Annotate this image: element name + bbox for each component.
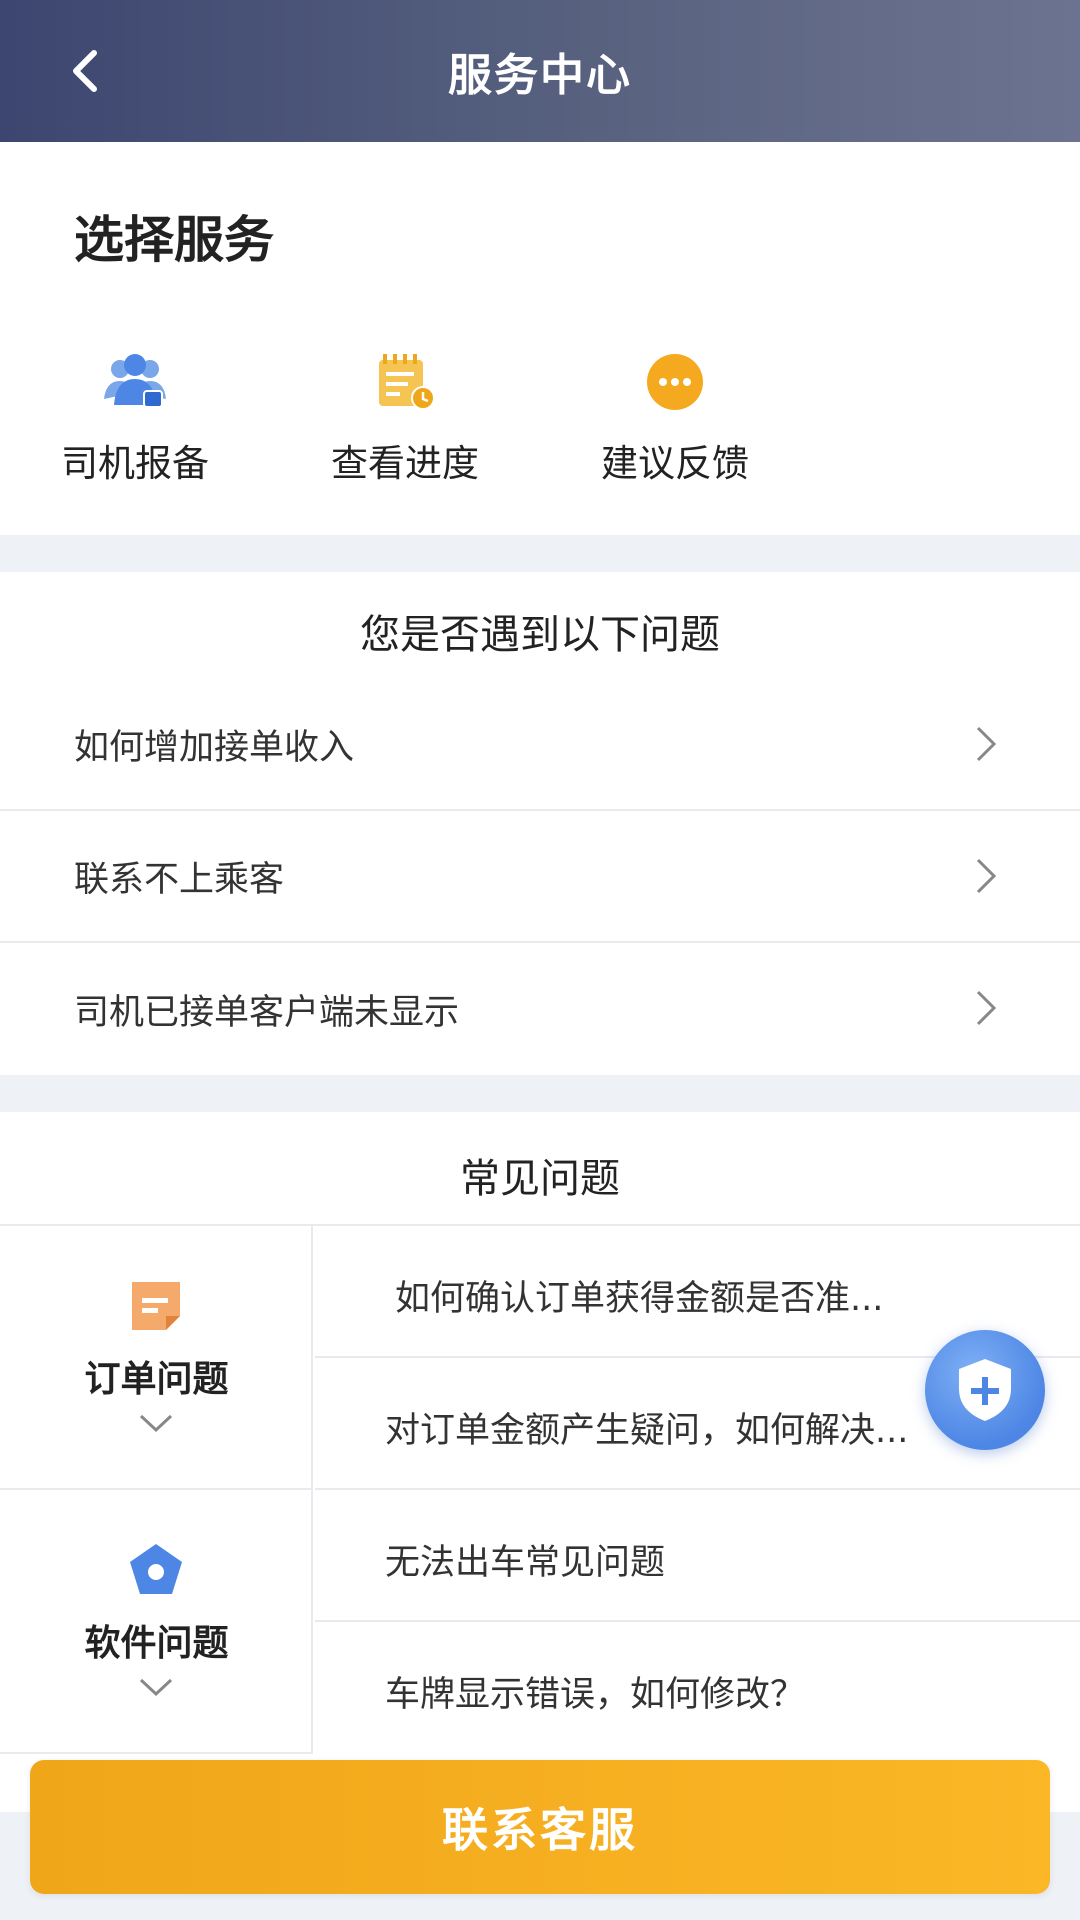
chat-bubble-icon xyxy=(565,347,785,417)
contact-support-button[interactable]: 联系客服 xyxy=(30,1760,1050,1894)
issues-title: 您是否遇到以下问题 xyxy=(360,612,720,658)
faq-title: 常见问题 xyxy=(460,1156,620,1202)
chevron-right-icon xyxy=(976,858,997,894)
issue-row[interactable]: 司机已接单客户端未显示 xyxy=(0,944,1080,1075)
driver-report-icon xyxy=(25,347,245,417)
faq-panel: 常见问题 订单问题 如何确认订单获得金额是否准... 对订单金额产生疑问，如何解… xyxy=(0,1112,1080,1812)
service-label: 查看进度 xyxy=(331,442,479,485)
page-title: 服务中心 xyxy=(448,50,632,101)
faq-item-label: 车牌显示错误，如何修改？ xyxy=(385,1675,806,1715)
faq-category-software[interactable]: 软件问题 xyxy=(0,1490,313,1754)
service-feedback[interactable]: 建议反馈 xyxy=(565,347,785,487)
issue-row[interactable]: 联系不上乘客 xyxy=(0,812,1080,943)
service-label: 建议反馈 xyxy=(601,442,749,485)
faq-item-label: 对订单金额产生疑问，如何解决... xyxy=(385,1411,909,1451)
faq-item[interactable]: 无法出车常见问题 xyxy=(315,1490,1080,1622)
service-label: 司机报备 xyxy=(61,442,209,485)
order-doc-icon xyxy=(132,1282,180,1330)
faq-category-label: 软件问题 xyxy=(84,1623,229,1664)
issue-label: 如何增加接单收入 xyxy=(74,728,355,768)
issue-row[interactable]: 如何增加接单收入 xyxy=(0,680,1080,811)
contact-support-label: 联系客服 xyxy=(442,1803,638,1857)
issues-panel: 您是否遇到以下问题 如何增加接单收入 联系不上乘客 司机已接单客户端未显示 xyxy=(0,572,1080,1075)
top-bar: 服务中心 xyxy=(0,0,1080,142)
faq-grid: 订单问题 如何确认订单获得金额是否准... 对订单金额产生疑问，如何解决... … xyxy=(0,1224,1080,1754)
faq-item[interactable]: 车牌显示错误，如何修改？ xyxy=(315,1622,1080,1754)
faq-category-label: 订单问题 xyxy=(84,1359,229,1400)
software-pentagon-icon xyxy=(130,1544,182,1594)
service-heading: 选择服务 xyxy=(74,211,274,269)
chevron-right-icon xyxy=(976,990,997,1026)
shield-plus-icon xyxy=(959,1359,1011,1421)
faq-category-order[interactable]: 订单问题 xyxy=(0,1226,313,1490)
progress-note-icon xyxy=(295,347,515,417)
faq-item-label: 无法出车常见问题 xyxy=(385,1543,666,1583)
service-driver-report[interactable]: 司机报备 xyxy=(25,347,245,487)
issue-label: 司机已接单客户端未显示 xyxy=(74,993,460,1033)
safety-shield-button[interactable] xyxy=(925,1330,1045,1450)
chevron-down-icon xyxy=(139,1414,173,1433)
chevron-right-icon xyxy=(976,726,997,762)
faq-item-label: 如何确认订单获得金额是否准... xyxy=(395,1279,884,1319)
chevron-left-icon xyxy=(73,50,97,92)
chevron-down-icon xyxy=(139,1678,173,1697)
service-panel: 选择服务 司机报备 查看进度 建议反馈 xyxy=(0,142,1080,535)
back-button[interactable] xyxy=(60,46,110,96)
issue-label: 联系不上乘客 xyxy=(74,860,285,900)
service-view-progress[interactable]: 查看进度 xyxy=(295,347,515,487)
